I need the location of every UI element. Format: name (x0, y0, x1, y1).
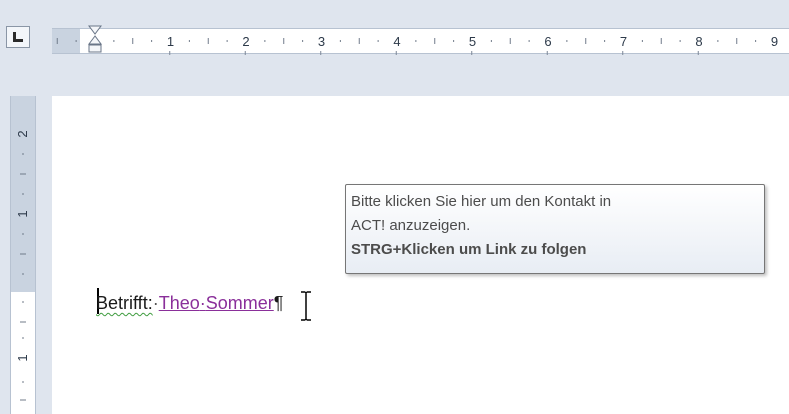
horizontal-ruler[interactable]: 1 2 3 4 5 6 7 8 9 (52, 22, 789, 60)
tooltip-line-2: ACT! anzuzeigen. (351, 217, 471, 234)
link-tooltip: Bitte klicken Sie hier um den Kontakt in… (345, 184, 765, 274)
vertical-ruler-scale: 2 1 1 (15, 130, 30, 401)
subject-line[interactable]: Betrifft:·Theo·Sommer¶ (96, 292, 283, 316)
ruler-number: 4 (393, 34, 400, 49)
ruler-number: 7 (620, 34, 627, 49)
subject-label: Betrifft: (96, 293, 153, 313)
contact-link-first-name: Theo (158, 293, 200, 313)
ruler-number: 3 (318, 34, 325, 49)
ruler-number: 5 (469, 34, 476, 49)
ruler-number: 2 (242, 34, 249, 49)
contact-link-last-name: Sommer (205, 293, 274, 313)
horizontal-ruler-scale: 1 2 3 4 5 6 7 8 9 (56, 25, 778, 55)
ruler-number: 1 (15, 210, 30, 217)
left-tab-stop-icon (13, 32, 23, 42)
ruler-number: 8 (695, 34, 702, 49)
contact-link[interactable]: Theo·Sommer (159, 293, 274, 313)
tooltip-line-1: Bitte klicken Sie hier um den Kontakt in (351, 193, 612, 210)
vertical-ruler[interactable]: 2 1 1 (10, 96, 36, 414)
ruler-number: 1 (15, 354, 30, 361)
ruler-number: 1 (167, 34, 174, 49)
ruler-number: 2 (15, 130, 30, 137)
ruler-number: 9 (771, 34, 778, 49)
i-beam-cursor-icon (301, 291, 311, 321)
tab-selector-button[interactable] (6, 26, 30, 48)
hanging-indent-marker-icon[interactable] (88, 25, 102, 53)
paragraph-mark: ¶ (273, 293, 284, 313)
tooltip-line-3: STRG+Klicken um Link zu folgen (351, 241, 587, 258)
word-document-window: 1 2 3 4 5 6 7 8 9 2 1 1 Betrifft:·Theo·Sommer¶ Bit… (0, 0, 789, 414)
ruler-number: 6 (544, 34, 551, 49)
